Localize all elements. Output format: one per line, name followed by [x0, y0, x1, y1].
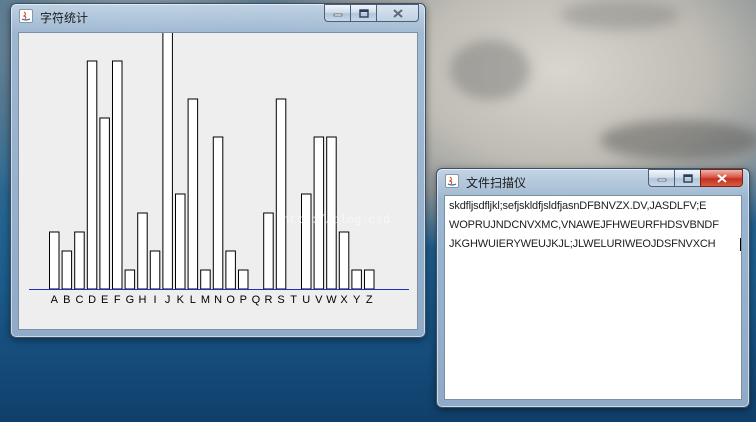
- chart-window: 字符统计 ABCDEFGHIJKLMNOPQRSTUVWXYZ: [10, 3, 426, 338]
- tick-label-x: X: [340, 294, 348, 306]
- bar-r: [263, 212, 274, 290]
- tick-label-w: W: [326, 294, 337, 306]
- tick-label-h: H: [138, 294, 146, 306]
- tick-label-f: F: [114, 294, 121, 306]
- bar-y: [351, 269, 362, 290]
- tick-label-u: U: [302, 294, 310, 306]
- bar-f: [112, 60, 123, 290]
- text-caret: [740, 238, 741, 251]
- chart-canvas: ABCDEFGHIJKLMNOPQRSTUVWXYZ: [18, 22, 418, 330]
- tick-label-d: D: [88, 294, 96, 306]
- scan-window: 文件扫描仪 skdfljsdfljkl;sefjskldfjsldfjasnDF…: [436, 168, 750, 408]
- tick-label-p: P: [240, 294, 247, 306]
- java-icon: [445, 174, 459, 188]
- tick-label-n: N: [214, 294, 222, 306]
- close-button[interactable]: [376, 4, 419, 22]
- tick-label-c: C: [75, 294, 83, 306]
- minimize-button[interactable]: [324, 4, 350, 22]
- bar-x: [338, 231, 350, 290]
- text-line: WOPRUJNDCNVXMC,VNAWEJFHWEURFHDSVBNDF: [449, 219, 719, 231]
- close-button[interactable]: [700, 169, 743, 187]
- text-line: JKGHWUIERYWEUJKJL;JLWELURIWEOJDSFNVXCH: [449, 238, 716, 250]
- close-icon: [716, 173, 727, 183]
- tick-label-v: V: [315, 294, 323, 306]
- scan-text-area[interactable]: skdfljsdfljkl;sefjskldfjsldfjasnDFBNVZX.…: [444, 195, 742, 400]
- bar-a: [49, 231, 60, 290]
- close-icon: [392, 8, 403, 18]
- bar-l: [187, 98, 199, 290]
- bar-j: [162, 22, 173, 290]
- tick-label-s: S: [277, 294, 284, 306]
- tick-label-j: J: [165, 294, 171, 306]
- bar-m: [200, 269, 211, 290]
- maximize-button[interactable]: [674, 169, 700, 187]
- caption-buttons: [648, 169, 743, 187]
- maximize-button[interactable]: [350, 4, 376, 22]
- tick-label-b: B: [63, 294, 70, 306]
- window-title: 字符统计: [40, 11, 89, 25]
- desktop-rock-shade: [450, 40, 530, 100]
- bar-e: [99, 117, 110, 290]
- tick-label-e: E: [101, 294, 108, 306]
- bar-s: [275, 98, 287, 290]
- minimize-button[interactable]: [648, 169, 674, 187]
- window-title: 文件扫描仪: [466, 176, 527, 190]
- bar-b: [61, 250, 73, 290]
- scan-window-titlebar[interactable]: 文件扫描仪: [443, 169, 743, 195]
- tick-label-o: O: [226, 294, 235, 306]
- bar-p: [238, 269, 249, 290]
- tick-label-k: K: [177, 294, 185, 306]
- bar-k: [175, 193, 186, 290]
- tick-label-l: L: [190, 294, 196, 306]
- chart-window-titlebar[interactable]: 字符统计: [17, 4, 419, 30]
- minimize-icon: [333, 13, 342, 17]
- text-line: skdfljsdfljkl;sefjskldfjsldfjasnDFBNVZX.…: [449, 200, 707, 212]
- minimize-icon: [657, 178, 666, 182]
- tick-label-m: M: [201, 294, 210, 306]
- tick-label-i: I: [154, 294, 157, 306]
- bar-n: [212, 136, 224, 290]
- bar-h: [137, 212, 148, 290]
- bar-z: [364, 269, 375, 290]
- bar-o: [225, 250, 236, 290]
- tick-label-t: T: [290, 294, 297, 306]
- bar-d: [86, 60, 98, 290]
- tick-label-z: Z: [366, 294, 373, 306]
- java-icon: [19, 9, 33, 23]
- tick-label-g: G: [126, 294, 135, 306]
- bar-chart: ABCDEFGHIJKLMNOPQRSTUVWXYZ: [29, 22, 409, 306]
- watermark-text: http://blog.csd: [282, 213, 391, 227]
- bar-g: [124, 269, 136, 290]
- bar-c: [74, 231, 85, 290]
- tick-label-q: Q: [252, 294, 261, 306]
- desktop-rock-shade: [560, 0, 680, 30]
- bar-i: [149, 250, 161, 290]
- tick-label-y: Y: [353, 294, 361, 306]
- tick-label-a: A: [51, 294, 59, 306]
- bar-u: [301, 193, 312, 290]
- tick-label-r: R: [264, 294, 272, 306]
- desktop-rock-shade: [600, 120, 756, 160]
- caption-buttons: [324, 4, 419, 22]
- maximize-icon: [682, 173, 693, 183]
- maximize-icon: [358, 8, 369, 18]
